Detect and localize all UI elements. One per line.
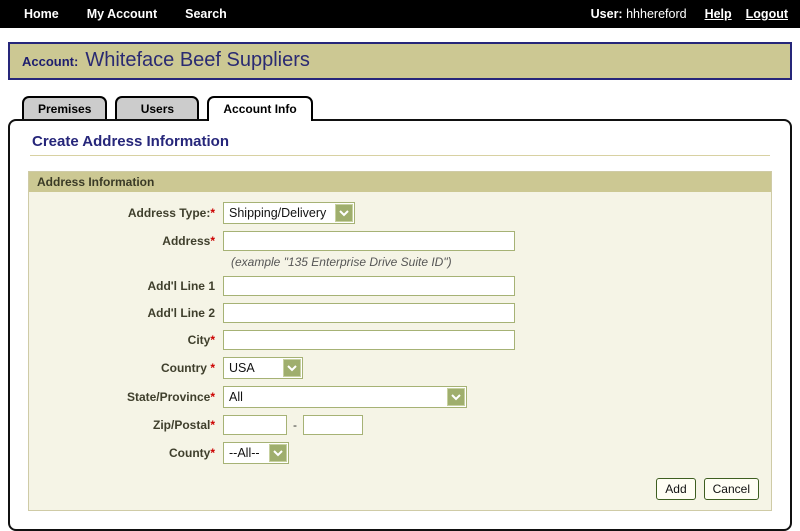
required-asterisk: * [210, 234, 215, 248]
add-button[interactable]: Add [656, 478, 696, 500]
chevron-down-icon[interactable] [335, 204, 353, 222]
account-info-panel: Create Address Information Address Infor… [8, 119, 792, 531]
address-example-hint: (example "135 Enterprise Drive Suite ID"… [231, 255, 452, 269]
tab-account-info[interactable]: Account Info [207, 96, 313, 121]
zip-separator: - [293, 418, 297, 432]
address-label: Address* [41, 234, 223, 248]
county-value: --All-- [229, 446, 260, 460]
country-label-text: Country [160, 361, 211, 375]
state-province-select[interactable]: All [223, 386, 467, 408]
tab-users[interactable]: Users [115, 96, 200, 119]
required-asterisk: * [210, 446, 215, 460]
top-nav-user-area: User: hhhereford Help Logout [591, 7, 788, 21]
zip-postal-label: Zip/Postal* [41, 418, 223, 432]
address-type-select[interactable]: Shipping/Delivery [223, 202, 355, 224]
tab-bar: Premises Users Account Info [22, 96, 800, 121]
addl-line-2-label-text: Add'l Line 2 [147, 306, 215, 320]
country-label: Country * [41, 361, 223, 375]
address-type-label-text: Address Type: [127, 206, 211, 220]
address-type-label: Address Type:* [41, 206, 223, 220]
user-status: User: hhhereford [591, 7, 687, 21]
address-input[interactable] [223, 231, 515, 251]
county-row: County* --All-- [41, 442, 759, 464]
page-title: Create Address Information [32, 133, 229, 150]
state-province-value: All [229, 390, 243, 404]
required-asterisk: * [210, 333, 215, 347]
addl-line-2-label: Add'l Line 2 [41, 306, 223, 320]
logout-link[interactable]: Logout [746, 7, 788, 21]
addl-line-2-input[interactable] [223, 303, 515, 323]
tab-premises[interactable]: Premises [22, 96, 108, 119]
zip-postal-label-text: Zip/Postal [152, 418, 211, 432]
required-asterisk: * [210, 390, 215, 404]
nav-my-account-link[interactable]: My Account [87, 7, 157, 21]
zip-postal-row: Zip/Postal* - [41, 415, 759, 435]
county-select[interactable]: --All-- [223, 442, 289, 464]
title-divider [30, 155, 770, 156]
account-label: Account: [22, 54, 79, 69]
country-row: Country * USA [41, 357, 759, 379]
required-asterisk: * [210, 418, 215, 432]
address-type-row: Address Type:* Shipping/Delivery [41, 202, 759, 224]
nav-search-link[interactable]: Search [185, 7, 227, 21]
address-label-text: Address [162, 234, 211, 248]
zip-ext-input[interactable] [303, 415, 363, 435]
country-select[interactable]: USA [223, 357, 303, 379]
state-province-row: State/Province* All [41, 386, 759, 408]
city-label-text: City [187, 333, 211, 347]
address-information-box: Address Information Address Type:* Shipp… [28, 171, 772, 511]
addl-line-1-label-text: Add'l Line 1 [147, 279, 215, 293]
state-province-label-text: State/Province [126, 390, 211, 404]
nav-home-link[interactable]: Home [24, 7, 59, 21]
required-asterisk: * [210, 206, 215, 220]
account-name: Whiteface Beef Suppliers [85, 49, 310, 71]
username: hhhereford [626, 7, 687, 21]
account-header-banner: Account: Whiteface Beef Suppliers [8, 42, 792, 80]
city-label: City* [41, 333, 223, 347]
country-value: USA [229, 361, 255, 375]
required-asterisk: * [210, 361, 215, 375]
top-nav-bar: Home My Account Search User: hhhereford … [0, 0, 800, 28]
state-province-label: State/Province* [41, 390, 223, 404]
county-label: County* [41, 446, 223, 460]
county-label-text: County [169, 446, 211, 460]
top-nav-links: Home My Account Search [24, 7, 227, 21]
city-row: City* [41, 330, 759, 350]
form-actions: Add Cancel [41, 478, 759, 500]
city-input[interactable] [223, 330, 515, 350]
chevron-down-icon[interactable] [269, 444, 287, 462]
addl-line-1-label: Add'l Line 1 [41, 279, 223, 293]
addl-line-1-input[interactable] [223, 276, 515, 296]
cancel-button[interactable]: Cancel [703, 478, 759, 500]
chevron-down-icon[interactable] [283, 359, 301, 377]
address-form: Address Type:* Shipping/Delivery Address… [29, 192, 771, 510]
addl-line-1-row: Add'l Line 1 [41, 276, 759, 296]
address-row: Address* [41, 231, 759, 251]
help-link[interactable]: Help [705, 7, 732, 21]
chevron-down-icon[interactable] [447, 388, 465, 406]
user-label: User: [590, 7, 623, 21]
section-title: Address Information [29, 172, 771, 192]
addl-line-2-row: Add'l Line 2 [41, 303, 759, 323]
address-type-value: Shipping/Delivery [229, 206, 327, 220]
zip-input[interactable] [223, 415, 287, 435]
